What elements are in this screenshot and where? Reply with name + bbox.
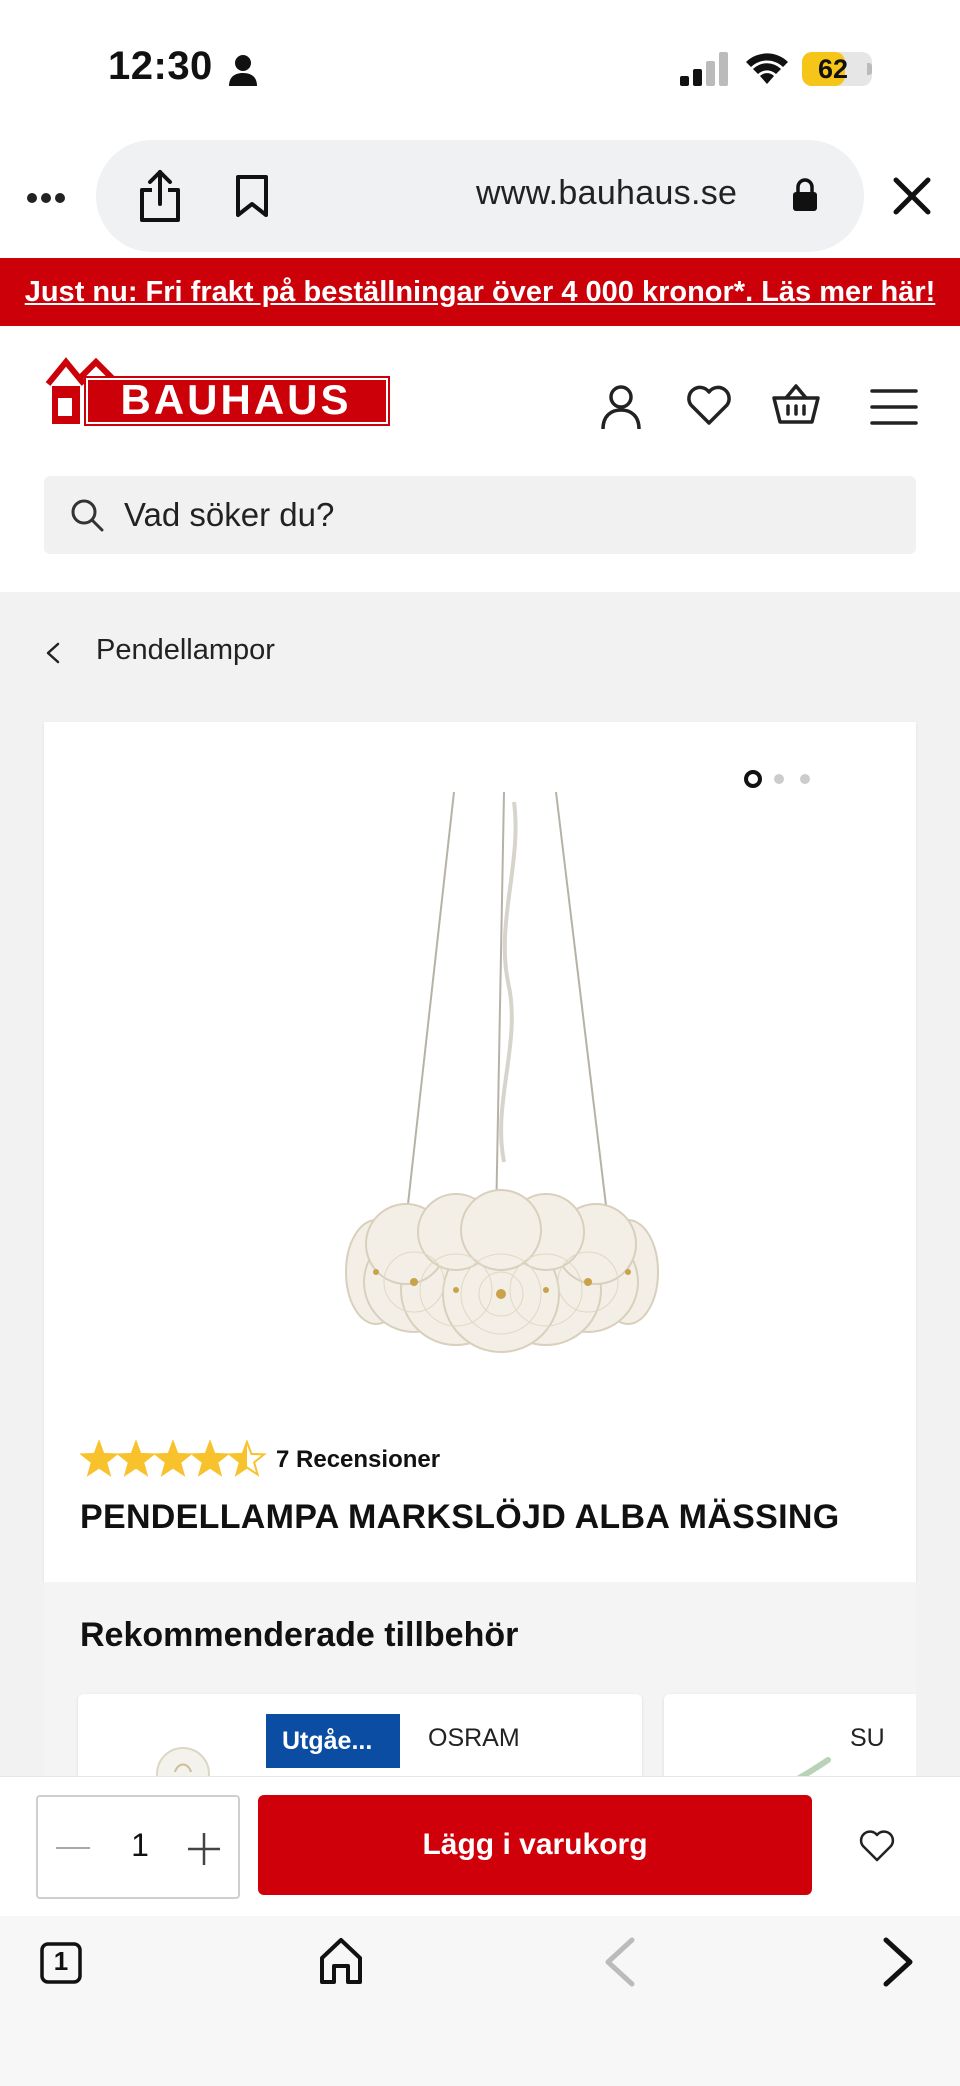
star-icon [227,1440,267,1477]
star-icon [116,1440,156,1477]
star-icon [80,1440,119,1477]
carousel-dot[interactable] [774,774,784,784]
search-icon [71,499,104,532]
battery-cap [867,63,872,75]
share-icon[interactable] [136,168,184,224]
accessories-title: Rekommenderade tillbehör [80,1616,519,1654]
product-card: 7 Recensioner PENDELLAMPA MARKSLÖJD ALBA… [44,722,916,1582]
star-icon [153,1440,193,1477]
add-to-cart-button[interactable]: Lägg i varukorg [258,1795,812,1895]
menu-icon[interactable] [870,388,918,426]
url-text: www.bauhaus.se [476,174,738,212]
accessory-brand: OSRAM [428,1724,520,1752]
quantity-stepper[interactable]: 1 [36,1795,240,1899]
battery-percentage: 62 [817,54,849,84]
accessory-card[interactable]: SU [664,1694,916,1782]
bookmark-icon[interactable] [234,174,270,218]
signal-icon [680,52,728,86]
back-icon[interactable] [600,1936,638,1988]
plus-icon[interactable] [186,1831,222,1867]
browser-toolbar: 1 [0,1916,960,2086]
product-title: PENDELLAMPA MARKSLÖJD ALBA MÄSSING [80,1498,840,1536]
basket-icon[interactable] [772,382,820,426]
close-icon[interactable] [890,174,934,218]
forward-icon[interactable] [880,1936,918,1988]
bauhaus-logo[interactable]: BAUHAUS [44,356,394,428]
search-placeholder: Vad söker du? [124,496,335,533]
person-icon [229,55,257,86]
chevron-left-icon[interactable] [44,642,62,664]
heart-icon[interactable] [685,384,733,426]
tabs-count: 1 [53,1946,69,1976]
wifi-icon [746,53,788,84]
carousel-dot[interactable] [744,770,762,788]
address-bar[interactable]: www.bauhaus.se [96,140,864,252]
battery-icon: 62 [802,52,872,86]
more-icon[interactable] [26,192,66,204]
recommended-accessories: Rekommenderade tillbehör Utgåe... OSRAM … [44,1582,916,1782]
site-header: BAUHAUS Vad söker du? [0,326,960,592]
home-icon[interactable] [318,1936,364,1986]
account-icon[interactable] [600,384,642,430]
product-image[interactable] [296,782,696,1402]
carousel-dot[interactable] [800,774,810,784]
browser-bar: www.bauhaus.se [0,140,960,258]
image-carousel-dots[interactable] [744,768,824,792]
status-bar: 12:30 62 [0,0,960,140]
star-icon [190,1440,230,1477]
breadcrumb-label[interactable]: Pendellampor [96,634,275,667]
accessory-card[interactable]: Utgåe... OSRAM [78,1694,642,1782]
search-input[interactable]: Vad söker du? [44,476,916,554]
review-count[interactable]: 7 Recensioner [276,1446,440,1474]
wishlist-heart-icon[interactable] [858,1829,896,1863]
promo-banner: Just nu: Fri frakt på beställningar över… [0,258,960,326]
purchase-bar: 1 Lägg i varukorg [0,1776,960,1916]
lock-icon [793,178,817,211]
accessory-brand: SU [850,1724,885,1752]
status-time: 12:30 [108,44,213,88]
status-badge: Utgåe... [266,1714,400,1768]
promo-link[interactable]: Just nu: Fri frakt på beställningar över… [0,258,960,326]
logo-text: BAUHAUS [121,376,352,423]
rating-stars [80,1440,267,1477]
